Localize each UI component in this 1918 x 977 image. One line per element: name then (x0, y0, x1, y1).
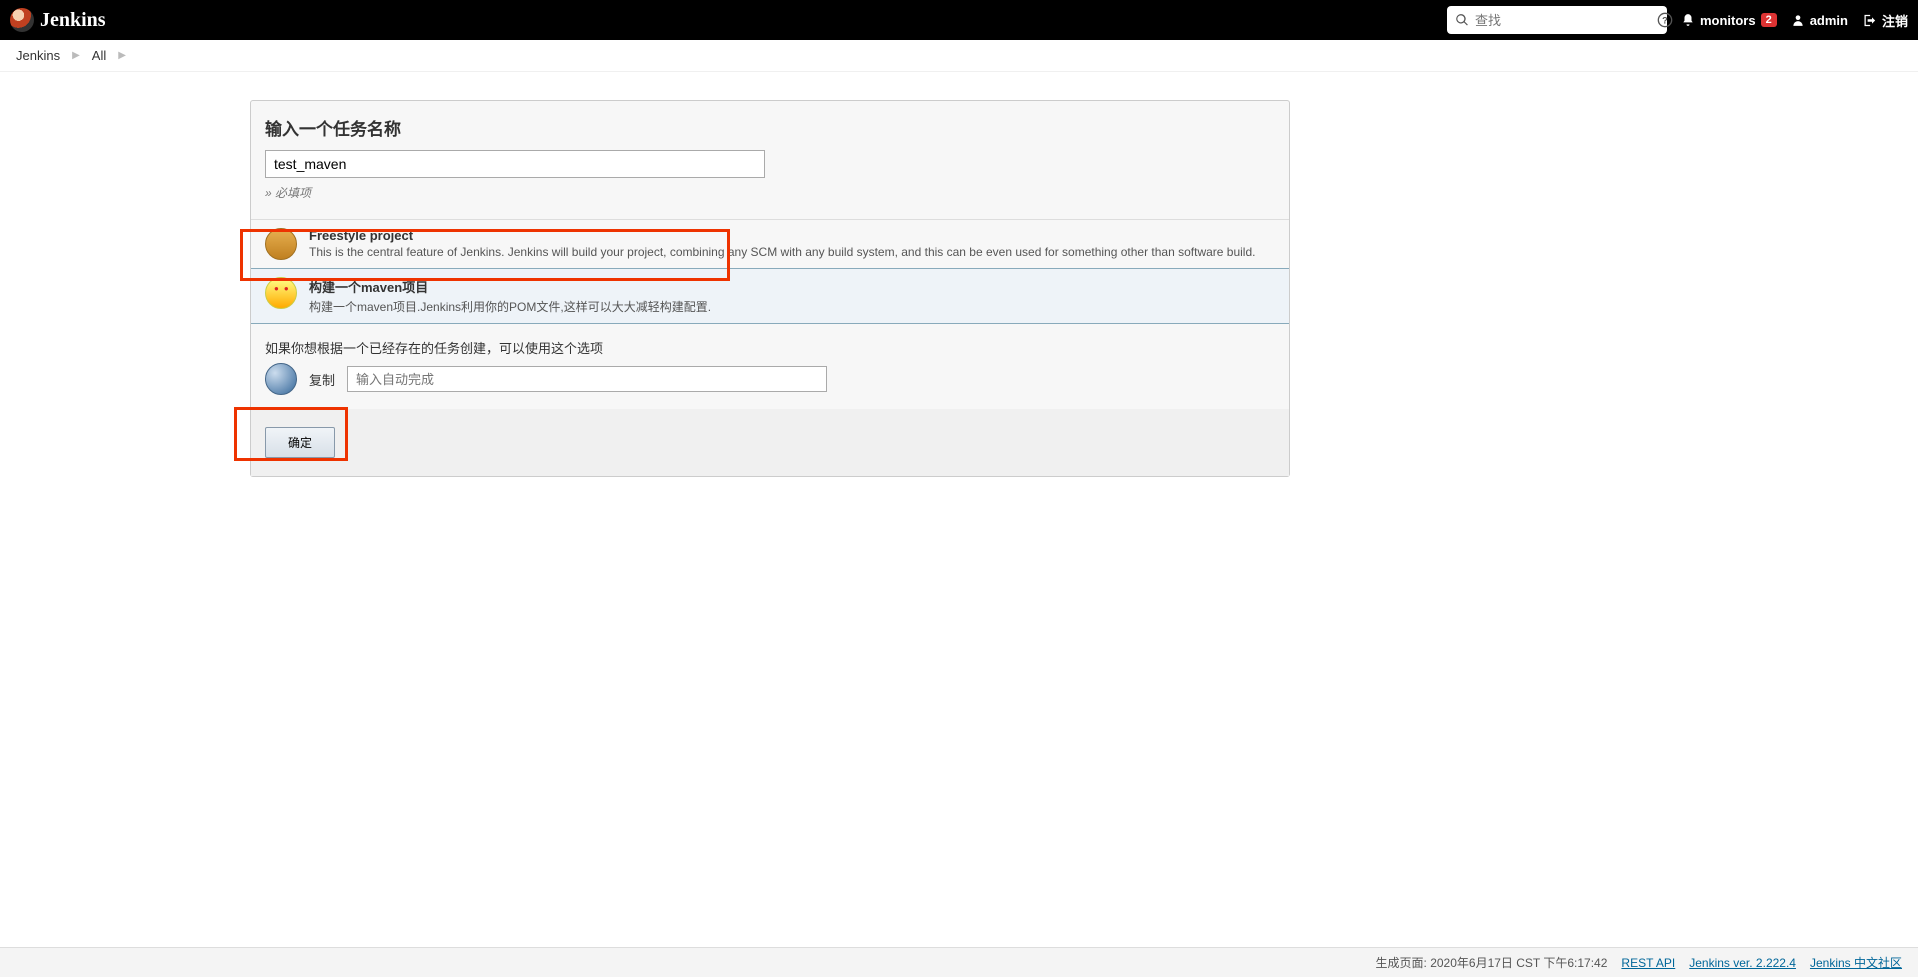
maven-icon (265, 277, 297, 309)
project-type-freestyle[interactable]: Freestyle project This is the central fe… (251, 220, 1289, 268)
search-input[interactable] (1469, 13, 1657, 28)
breadcrumb-all[interactable]: All (92, 48, 106, 63)
copy-hint: 如果你想根据一个已经存在的任务创建，可以使用这个选项 (251, 324, 1289, 357)
project-type-title: 构建一个maven项目 (309, 277, 1275, 296)
app-title: Jenkins (40, 9, 106, 32)
required-note: » 必填项 (265, 184, 1275, 201)
new-item-panel: 输入一个任务名称 » 必填项 Freestyle project This is… (250, 100, 1290, 477)
jenkins-logo-icon (10, 8, 34, 32)
top-header: Jenkins ? monitors 2 admin 注销 (0, 0, 1918, 40)
header-right: ? monitors 2 admin 注销 (1447, 6, 1908, 34)
user-label: admin (1810, 13, 1848, 28)
version-link[interactable]: Jenkins ver. 2.222.4 (1689, 956, 1796, 970)
project-type-desc: This is the central feature of Jenkins. … (309, 245, 1275, 259)
project-type-body: Freestyle project This is the central fe… (309, 228, 1275, 259)
logout-icon (1862, 13, 1877, 28)
user-link[interactable]: admin (1791, 13, 1848, 28)
community-link[interactable]: Jenkins 中文社区 (1810, 954, 1902, 971)
project-type-maven[interactable]: 构建一个maven项目 构建一个maven项目.Jenkins利用你的POM文件… (251, 268, 1289, 324)
monitors-badge: 2 (1761, 13, 1777, 27)
rest-api-link[interactable]: REST API (1621, 956, 1675, 970)
item-name-input[interactable] (265, 150, 765, 178)
project-type-body: 构建一个maven项目 构建一个maven项目.Jenkins利用你的POM文件… (309, 277, 1275, 315)
chevron-right-icon: ▶ (72, 50, 80, 61)
bell-icon (1681, 13, 1695, 27)
project-type-desc: 构建一个maven项目.Jenkins利用你的POM文件,这样可以大大减轻构建配… (309, 298, 1275, 315)
copy-section: 如果你想根据一个已经存在的任务创建，可以使用这个选项 复制 (251, 324, 1289, 409)
breadcrumb-jenkins[interactable]: Jenkins (16, 48, 60, 63)
copy-from-input[interactable] (347, 366, 827, 392)
ok-button[interactable]: 确定 (265, 427, 335, 458)
footer-actions: 确定 (251, 409, 1289, 476)
logout-label: 注销 (1882, 11, 1908, 30)
search-box[interactable]: ? (1447, 6, 1667, 34)
name-section: 输入一个任务名称 » 必填项 (251, 101, 1289, 220)
project-type-title: Freestyle project (309, 228, 1275, 243)
help-icon[interactable]: ? (1657, 12, 1673, 28)
copy-label: 复制 (309, 370, 335, 389)
freestyle-icon (265, 228, 297, 260)
generated-label: 生成页面: 2020年6月17日 CST 下午6:17:42 (1376, 954, 1608, 971)
name-section-title: 输入一个任务名称 (265, 115, 1275, 140)
monitors-link[interactable]: monitors 2 (1681, 13, 1777, 28)
copy-row: 复制 (251, 357, 1289, 409)
search-icon (1455, 13, 1469, 27)
breadcrumb: Jenkins ▶ All ▶ (0, 40, 1918, 72)
copy-icon (265, 363, 297, 395)
logo-area[interactable]: Jenkins (10, 8, 106, 32)
monitors-label: monitors (1700, 13, 1756, 28)
svg-text:?: ? (1662, 15, 1668, 25)
chevron-right-icon: ▶ (118, 50, 126, 61)
page-footer: 生成页面: 2020年6月17日 CST 下午6:17:42 REST API … (0, 947, 1918, 977)
user-icon (1791, 13, 1805, 27)
logout-link[interactable]: 注销 (1862, 11, 1908, 30)
